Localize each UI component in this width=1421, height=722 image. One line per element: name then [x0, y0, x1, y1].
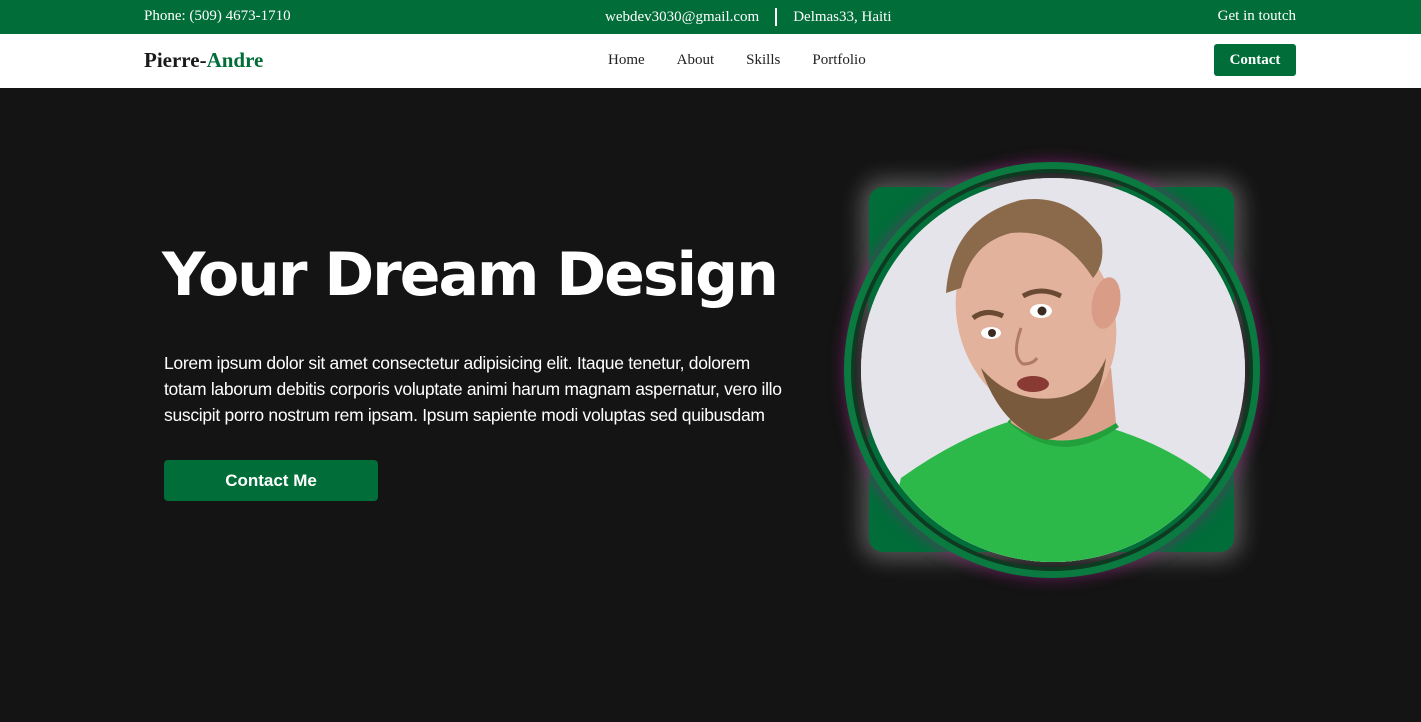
hero-section: Your Dream Design Lorem ipsum dolor sit … — [0, 88, 1421, 722]
main-navbar: Pierre-Andre Home About Skills Portfolio… — [0, 34, 1421, 88]
phone-number: Phone: (509) 4673-1710 — [144, 8, 291, 24]
divider — [775, 8, 778, 26]
nav-home[interactable]: Home — [608, 52, 645, 69]
top-info-bar: Phone: (509) 4673-1710 webdev3030@gmail.… — [0, 0, 1421, 34]
contact-me-button[interactable]: Contact Me — [164, 460, 378, 501]
person-illustration — [861, 178, 1245, 562]
logo-last-name: Andre — [206, 48, 264, 72]
site-logo[interactable]: Pierre-Andre — [144, 48, 263, 73]
portrait-photo — [861, 178, 1245, 562]
email-address: webdev3030@gmail.com — [605, 8, 760, 25]
nav-skills[interactable]: Skills — [746, 52, 780, 69]
hero-description: Lorem ipsum dolor sit amet consectetur a… — [164, 353, 782, 425]
portrait-frame — [840, 160, 1264, 584]
get-in-touch-link[interactable]: Get in toutch — [1218, 8, 1296, 25]
nav-portfolio[interactable]: Portfolio — [812, 52, 865, 69]
logo-dash: - — [199, 48, 207, 72]
logo-first-name: Pierre — [144, 48, 200, 72]
hero-title: Your Dream Design — [162, 240, 779, 310]
nav-about[interactable]: About — [677, 52, 715, 69]
location: Delmas33, Haiti — [793, 8, 892, 25]
contact-button[interactable]: Contact — [1214, 44, 1296, 76]
contact-info: webdev3030@gmail.com Delmas33, Haiti — [605, 8, 892, 26]
nav-links: Home About Skills Portfolio — [608, 52, 866, 69]
